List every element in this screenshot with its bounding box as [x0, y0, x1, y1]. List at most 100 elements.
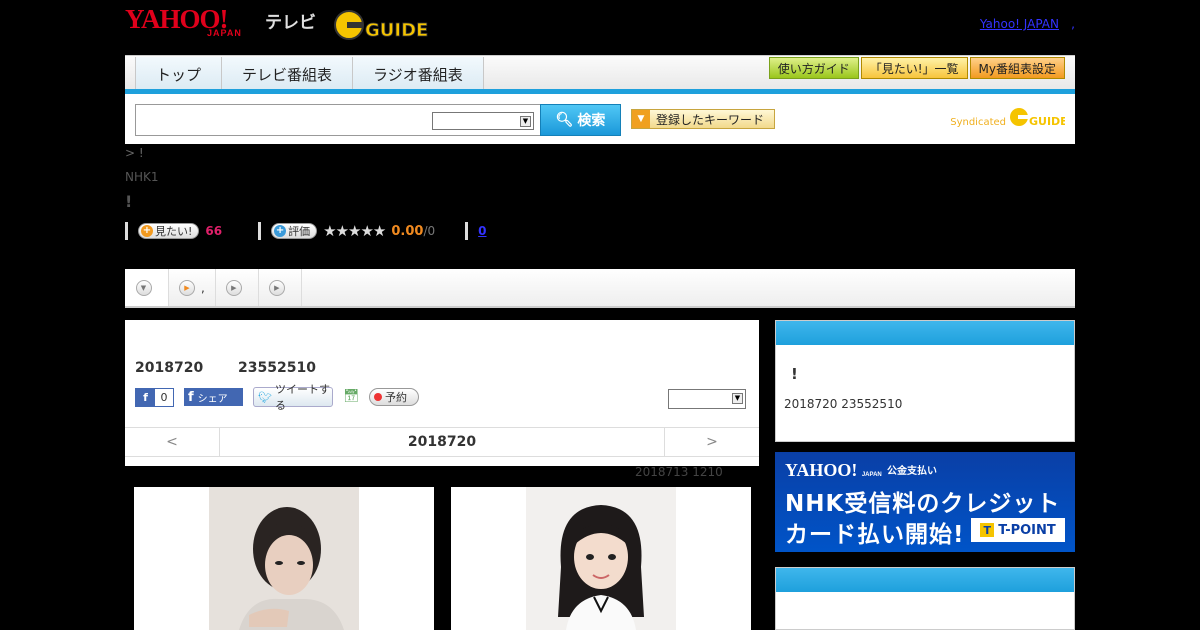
my-listings-settings-button[interactable]: My番組表設定 [969, 57, 1065, 79]
facebook-share-label: シェア [197, 393, 228, 405]
yahoo-japan-wordmark: JAPAN [207, 28, 242, 38]
play-icon: ▶ [225, 279, 242, 296]
search-button-label: 検索 [577, 113, 606, 129]
saved-keywords-label: 登録したキーワード [656, 112, 765, 127]
syndicated-gguide: Syndicated GUIDE [950, 106, 1065, 128]
usage-guide-button[interactable]: 使い方ガイド [768, 57, 859, 79]
divider [465, 222, 469, 240]
play-icon: ▶ [268, 279, 285, 296]
tpoint-badge: T T-POINT [971, 518, 1065, 542]
nav-tab-radio-listings[interactable]: ラジオ番組表 [352, 57, 484, 91]
gguide-small-logo: GUIDE [1010, 108, 1065, 128]
gguide-logo-text: GUIDE [365, 20, 428, 41]
nav-tabs: トップ テレビ番組表 ラジオ番組表 [135, 57, 484, 91]
rating-stars: ★★★★★ [323, 222, 386, 240]
syndicated-label: Syndicated [950, 117, 1006, 128]
program-subtabs: ▼ ▶ , ▶ ▶ [125, 269, 1075, 308]
cast-photo-image [526, 487, 676, 630]
want-to-watch-count: 66 [205, 224, 223, 238]
next-date-button[interactable]: > [664, 428, 759, 456]
social-buttons: f 0 f シェア 🐦︎ ツイートする 📅︎ 予約 [135, 383, 419, 412]
ad-yahoo-text: YAHOO! [785, 460, 858, 480]
facebook-like-button[interactable]: f 0 [135, 387, 174, 407]
broadcast-panel: 2018720 23552510 f 0 f シェア 🐦︎ ツイートする 📅︎ … [125, 320, 759, 466]
divider [258, 222, 262, 240]
side-box-header [776, 321, 1074, 345]
air-date: 2018720 [135, 360, 204, 376]
cast-card[interactable] [134, 487, 434, 630]
side-box-header [776, 568, 1074, 592]
tweet-button[interactable]: 🐦︎ ツイートする [253, 383, 333, 412]
record-dot-icon [374, 393, 382, 401]
play-icon: ▶ [179, 279, 195, 296]
divider [125, 222, 128, 240]
program-title: ! [125, 192, 133, 211]
ad-subtitle: 公金支払い [887, 466, 937, 477]
want-to-watch-label: 見たい! [155, 225, 193, 238]
header-link-separator: , [1071, 17, 1075, 31]
tv-logo-text[interactable]: テレビ [265, 8, 316, 33]
subtab-1[interactable]: ▼ [125, 269, 169, 306]
reserve-button[interactable]: 予約 [369, 388, 419, 406]
subtab-2[interactable]: ▶ , [169, 269, 216, 306]
nav-utility-buttons: 使い方ガイド 「見たい!」一覧 My番組表設定 [768, 57, 1065, 79]
chevron-down-icon: ▼ [732, 393, 743, 404]
broadcast-select[interactable]: ▼ [668, 389, 746, 409]
search-bar: ▼ 🔍︎ 検索 ▼ 登録したキーワード Syndicated GUIDE [125, 94, 1075, 144]
updated-timestamp: 2018713 1210 [635, 465, 723, 479]
date-navigator: < 2018720 > [125, 427, 759, 457]
search-button[interactable]: 🔍︎ 検索 [540, 104, 621, 136]
subtab-3[interactable]: ▶ [216, 269, 259, 306]
plus-icon: + [141, 225, 153, 237]
facebook-share-button[interactable]: f シェア [184, 388, 243, 406]
chevron-down-icon: ▼ [520, 116, 531, 127]
search-icon: 🔍︎ [555, 112, 574, 128]
channel-name: NHK1 [125, 170, 159, 184]
facebook-like-count: 0 [160, 390, 168, 404]
saved-keywords-button[interactable]: ▼ 登録したキーワード [631, 109, 775, 129]
current-date: 2018720 [407, 434, 477, 450]
side-schedule-box: ! 2018720 23552510 [775, 320, 1075, 442]
cast-photo[interactable] [526, 487, 676, 630]
breadcrumb[interactable]: > ! [125, 146, 144, 160]
ad-headline-1: NHK受信料のクレジット [785, 491, 1061, 517]
tweet-label: ツイートする [274, 383, 330, 412]
subtab-2-label: , [201, 280, 205, 295]
tpoint-icon: T [980, 523, 995, 537]
want-to-watch-button[interactable]: + 見たい! [138, 223, 200, 239]
nhk-fee-ad-banner[interactable]: YAHOO! JAPAN 公金支払い NHK受信料のクレジット カード払い開始!… [775, 452, 1075, 552]
yahoo-japan-link[interactable]: Yahoo! JAPAN [980, 17, 1059, 31]
rating-count: /0 [423, 224, 436, 238]
program-stats: + 見たい! 66 + 評価 ★★★★★ 0.00 /0 0 [125, 220, 487, 242]
facebook-icon: f [188, 389, 194, 405]
site-header: YAHOO! JAPAN テレビ GUIDE Yahoo! JAPAN , [125, 0, 1075, 52]
ad-yahoo-logo: YAHOO! JAPAN [785, 460, 882, 481]
cast-photo[interactable] [209, 487, 359, 630]
review-count-link[interactable]: 0 [478, 224, 486, 238]
side-program-title[interactable]: ! [791, 365, 798, 383]
chevron-down-icon: ▼ [135, 279, 152, 296]
rate-button[interactable]: + 評価 [271, 223, 318, 239]
plus-icon: + [274, 225, 287, 237]
air-time: 23552510 [238, 360, 316, 376]
twitter-bird-icon: 🐦︎ [258, 390, 272, 404]
side-box-2 [775, 567, 1075, 630]
reserve-label: 予約 [385, 391, 407, 404]
search-category-select[interactable]: ▼ [432, 112, 534, 130]
gguide-small-logo-text: GUIDE [1029, 115, 1065, 128]
gguide-logo: GUIDE [334, 10, 429, 41]
rating-value: 0.00 [391, 223, 424, 239]
tpoint-label: T-POINT [998, 522, 1056, 538]
ad-japan-text: JAPAN [861, 472, 882, 478]
nav-tab-tv-listings[interactable]: テレビ番組表 [221, 57, 353, 91]
calendar-add-icon[interactable]: 📅︎ [343, 389, 360, 405]
facebook-icon: f [136, 388, 155, 406]
cast-photo-image [209, 487, 359, 630]
subtab-4[interactable]: ▶ [259, 269, 302, 306]
nav-tab-top[interactable]: トップ [135, 57, 222, 91]
side-program-date: 2018720 23552510 [784, 397, 903, 411]
cast-card[interactable] [451, 487, 751, 630]
watchlist-button[interactable]: 「見たい!」一覧 [860, 57, 968, 79]
prev-date-button[interactable]: < [125, 428, 220, 456]
triangle-down-icon: ▼ [632, 110, 650, 128]
